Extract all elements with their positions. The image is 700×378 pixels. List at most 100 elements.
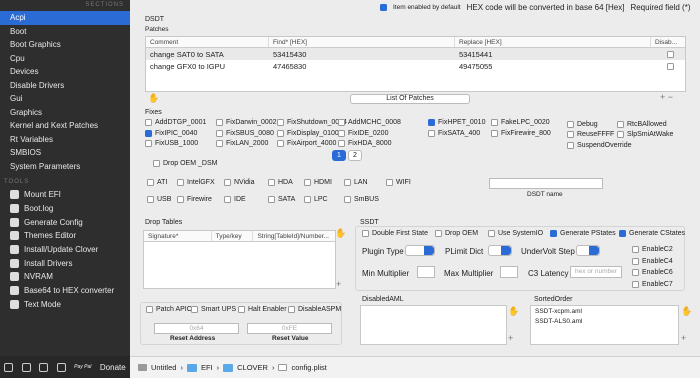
tool-item-boot-log[interactable]: Boot.log — [0, 202, 130, 216]
tool-item-nvram[interactable]: NVRAM — [0, 270, 130, 284]
sidebar-item-smbios[interactable]: SMBIOS — [0, 146, 130, 160]
fix-fixdisplay_0100[interactable]: FixDisplay_0100 — [277, 129, 339, 137]
col-replace[interactable]: Replace [HEX] — [455, 37, 651, 47]
crumb-efi[interactable]: EFI — [201, 363, 213, 372]
ssdt-generate-pstates-checkbox[interactable] — [550, 230, 557, 237]
device-ide-checkbox[interactable] — [224, 196, 231, 203]
plugin-type-select[interactable] — [405, 245, 435, 256]
sidebar-item-boot-graphics[interactable]: Boot Graphics — [0, 38, 130, 52]
patch-disabled-checkbox[interactable] — [666, 50, 674, 58]
sidebar-item-acpi[interactable]: Acpi — [0, 11, 130, 25]
share-icon[interactable] — [56, 362, 66, 372]
export-icon[interactable] — [4, 362, 14, 372]
fix-fixipic_0040-checkbox[interactable] — [145, 129, 152, 137]
fix-fakelpc_0020-checkbox[interactable] — [491, 119, 498, 126]
drag-icon[interactable]: ✋ — [148, 93, 159, 104]
device-lpc-checkbox[interactable] — [304, 196, 311, 203]
fix-fixhpet_0010-checkbox[interactable] — [428, 119, 435, 126]
list-item[interactable]: SSDT-xcpm.aml — [531, 306, 678, 316]
patch-smart-ups-checkbox[interactable] — [191, 306, 198, 313]
col-signature[interactable]: Signature* — [144, 231, 212, 241]
col-string[interactable]: String[TableId]/Number... — [253, 231, 335, 241]
device-wifi[interactable]: WIFI — [386, 179, 411, 186]
ssdt-enablec7[interactable]: EnableC7 — [632, 280, 673, 288]
fix-slpsmiatwake[interactable]: SlpSmiAtWake — [617, 131, 673, 138]
device-hdmi[interactable]: HDMI — [304, 179, 332, 186]
sidebar-item-gui[interactable]: Gui — [0, 92, 130, 106]
add-icon[interactable]: + — [336, 279, 341, 289]
device-lan-checkbox[interactable] — [344, 179, 351, 186]
fix-fixairport_4000-checkbox[interactable] — [277, 140, 284, 147]
fix-fixusb_1000-checkbox[interactable] — [145, 140, 152, 147]
sidebar-item-cpu[interactable]: Cpu — [0, 52, 130, 66]
device-ide[interactable]: IDE — [224, 196, 246, 203]
c3-latency-input[interactable]: hex or number — [570, 266, 622, 278]
list-item[interactable]: SSDT-ALS0.aml — [531, 316, 678, 326]
fix-fixhda_8000-checkbox[interactable] — [338, 140, 345, 147]
device-wifi-checkbox[interactable] — [386, 179, 393, 186]
patches-table[interactable]: Comment Find* [HEX] Replace [HEX] Disab.… — [145, 36, 686, 92]
ssdt-drop-oem-checkbox[interactable] — [435, 230, 442, 237]
ssdt-double-first-state-checkbox[interactable] — [362, 230, 369, 237]
tool-item-text-mode[interactable]: Text Mode — [0, 298, 130, 312]
fix-fixsata_400[interactable]: FixSATA_400 — [428, 129, 480, 137]
ssdt-enablec6-checkbox[interactable] — [632, 269, 639, 276]
plimit-select[interactable] — [488, 245, 512, 256]
fix-fixhpet_0010[interactable]: FixHPET_0010 — [428, 119, 485, 126]
page-1-button[interactable]: 1 — [332, 150, 346, 161]
device-firewire[interactable]: Firewire — [177, 196, 212, 203]
table-row[interactable]: change SAT0 to SATA 53415430 53415441 — [146, 48, 685, 60]
page-2-button[interactable]: 2 — [348, 150, 362, 161]
ssdt-enablec2-checkbox[interactable] — [632, 246, 639, 253]
device-hda-checkbox[interactable] — [268, 179, 275, 186]
fix-reuseffff[interactable]: ReuseFFFF — [567, 131, 614, 138]
fix-slpsmiatwake-checkbox[interactable] — [617, 131, 624, 138]
fix-addmchc_0008[interactable]: AddMCHC_0008 — [338, 119, 401, 126]
undervolt-select[interactable] — [576, 245, 600, 256]
patch-disabled-checkbox[interactable] — [666, 62, 674, 70]
dsdt-name-input[interactable] — [489, 178, 603, 189]
sorted-order-list[interactable]: SSDT-xcpm.aml SSDT-ALS0.aml — [530, 305, 679, 345]
ssdt-generate-pstates[interactable]: Generate PStates — [550, 230, 616, 237]
fix-fixfirewire_800[interactable]: FixFirewire_800 — [491, 129, 551, 137]
ssdt-enablec4-checkbox[interactable] — [632, 257, 639, 265]
device-hda[interactable]: HDA — [268, 179, 293, 186]
patch-smart-ups[interactable]: Smart UPS — [191, 306, 236, 313]
fix-debug[interactable]: Debug — [567, 121, 598, 128]
fix-debug-checkbox[interactable] — [567, 121, 574, 128]
fix-fakelpc_0020[interactable]: FakeLPC_0020 — [491, 119, 550, 126]
sidebar-item-graphics[interactable]: Graphics — [0, 106, 130, 120]
device-intelgfx[interactable]: IntelGFX — [177, 179, 215, 186]
drop-oem-dsm[interactable]: Drop OEM _DSM — [153, 160, 217, 167]
fix-fixshutdown_0004[interactable]: FixShutdown_0004 — [277, 119, 347, 126]
patch-disableaspm-checkbox[interactable] — [288, 306, 295, 313]
fix-suspendoverride[interactable]: SuspendOverride — [567, 142, 631, 149]
fix-fixide_0200-checkbox[interactable] — [338, 129, 345, 137]
col-disabled[interactable]: Disab... — [651, 37, 685, 47]
fix-fixipic_0040[interactable]: FixIPIC_0040 — [145, 129, 197, 137]
sidebar-item-kernel-and-kext-patches[interactable]: Kernel and Kext Patches — [0, 119, 130, 133]
tool-item-themes-editor[interactable]: Themes Editor — [0, 229, 130, 243]
col-comment[interactable]: Comment — [146, 37, 269, 47]
add-icon[interactable]: + — [681, 333, 686, 343]
col-typekey[interactable]: Type/key — [212, 231, 254, 241]
patch-patch-apic-checkbox[interactable] — [146, 306, 153, 313]
ssdt-generate-cstates[interactable]: Generate CStates — [619, 230, 685, 237]
tool-item-base64-to-hex-converter[interactable]: Base64 to HEX converter — [0, 284, 130, 298]
fix-fixsbus_0080-checkbox[interactable] — [216, 129, 223, 137]
tool-item-install-update-clover[interactable]: Install/Update Clover — [0, 243, 130, 257]
device-hdmi-checkbox[interactable] — [304, 179, 311, 186]
ssdt-use-systemio[interactable]: Use SystemIO — [488, 230, 543, 237]
list-of-patches-button[interactable]: List Of Patches — [350, 94, 470, 104]
fix-fixsbus_0080[interactable]: FixSBUS_0080 — [216, 129, 274, 137]
patch-halt-enabler[interactable]: Halt Enabler — [238, 306, 287, 313]
fix-fixsata_400-checkbox[interactable] — [428, 129, 435, 137]
max-mult-input[interactable] — [500, 266, 518, 278]
crumb-config[interactable]: config.plist — [291, 363, 326, 372]
fix-fixlan_2000-checkbox[interactable] — [216, 140, 223, 147]
fix-fixfirewire_800-checkbox[interactable] — [491, 129, 498, 137]
sidebar-item-system-parameters[interactable]: System Parameters — [0, 160, 130, 174]
drag-icon[interactable]: ✋ — [335, 228, 346, 239]
fix-fixdarwin_0002-checkbox[interactable] — [216, 119, 223, 126]
disabled-aml-list[interactable] — [360, 305, 507, 345]
